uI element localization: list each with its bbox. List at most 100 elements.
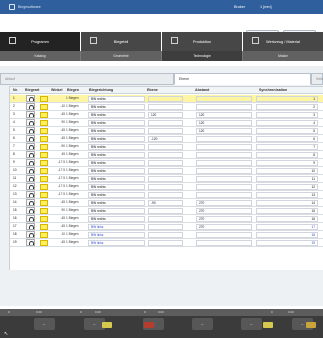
angle-field[interactable]: [40, 200, 48, 206]
angle-field[interactable]: [40, 160, 48, 166]
sync-value[interactable]: 15: [256, 208, 318, 214]
bend-shape-button[interactable]: [26, 159, 35, 166]
sync-value[interactable]: 11: [256, 176, 318, 182]
bend-shape-button[interactable]: [26, 215, 35, 222]
bend-direction[interactable]: BW rechts: [88, 104, 145, 110]
ebene-value[interactable]: [148, 144, 183, 150]
sync-value[interactable]: 17: [256, 224, 318, 230]
abstand-value[interactable]: [196, 136, 252, 142]
ebene-value[interactable]: [148, 152, 183, 158]
angle-field[interactable]: [40, 240, 48, 246]
previous-button[interactable]: ←: [192, 318, 213, 330]
abstand-value[interactable]: [196, 192, 252, 198]
abstand-value[interactable]: 120: [196, 128, 252, 134]
ebene-value[interactable]: [148, 224, 183, 230]
bend-direction[interactable]: BW rechts: [88, 96, 145, 102]
abstand-value[interactable]: [196, 104, 252, 110]
ebene-value[interactable]: [148, 96, 183, 102]
sync-value[interactable]: 8: [256, 152, 318, 158]
angle-field[interactable]: [40, 168, 48, 174]
module-production[interactable]: Produktion: [162, 32, 242, 51]
bend-direction[interactable]: BW rechts: [88, 112, 145, 118]
bend-direction[interactable]: BW rechts: [88, 136, 145, 142]
bend-shape-button[interactable]: [26, 135, 35, 142]
angle-field[interactable]: [40, 176, 48, 182]
sync-value[interactable]: 16: [256, 216, 318, 222]
bend-shape-button[interactable]: [26, 151, 35, 158]
angle-field[interactable]: [40, 104, 48, 110]
module-tool-material[interactable]: Werkzeug / Material: [243, 32, 323, 51]
angle-field[interactable]: [40, 216, 48, 222]
ebene-value[interactable]: [148, 216, 183, 222]
angle-field[interactable]: [40, 184, 48, 190]
bend-shape-button[interactable]: [26, 191, 35, 198]
bend-direction[interactable]: BW rechts: [88, 216, 145, 222]
bend-shape-button[interactable]: [26, 183, 35, 190]
bend-direction[interactable]: BW rechts: [88, 120, 145, 126]
bend-direction[interactable]: BW rechts: [88, 128, 145, 134]
sync-value[interactable]: 3: [256, 112, 318, 118]
abstand-value[interactable]: [196, 232, 252, 238]
bend-shape-button[interactable]: [26, 199, 35, 206]
ebene-value[interactable]: [148, 208, 183, 214]
bend-direction[interactable]: BW rechts: [88, 184, 145, 190]
table-row[interactable]: 7 -90 1 Biegen BW rechts 7: [10, 143, 323, 151]
bend-shape-button[interactable]: [26, 119, 35, 126]
bend-shape-button[interactable]: [26, 167, 35, 174]
table-row[interactable]: 9 -17.5 1 Biegen BW rechts 9: [10, 159, 323, 167]
angle-field[interactable]: [40, 232, 48, 238]
abstand-value[interactable]: [196, 160, 252, 166]
previous-button[interactable]: ←: [34, 318, 55, 330]
abstand-value[interactable]: 270: [196, 224, 252, 230]
bend-direction[interactable]: BW rechts: [88, 192, 145, 198]
bend-direction[interactable]: BW rechts: [88, 208, 145, 214]
subtab-mask[interactable]: Maske: [243, 51, 323, 61]
ebene-value[interactable]: [148, 184, 183, 190]
angle-field[interactable]: [40, 144, 48, 150]
ebene-value[interactable]: -120: [148, 136, 183, 142]
bend-shape-button[interactable]: [26, 223, 35, 230]
sync-value[interactable]: 5: [256, 128, 318, 134]
ebene-value[interactable]: [148, 120, 183, 126]
ebene-value[interactable]: [148, 168, 183, 174]
abstand-value[interactable]: [196, 152, 252, 158]
sync-value[interactable]: 4: [256, 120, 318, 126]
abstand-value[interactable]: [196, 168, 252, 174]
sync-value[interactable]: 19: [256, 240, 318, 246]
table-row[interactable]: 5 -45 1 Biegen BW rechts 120 5: [10, 127, 323, 135]
ebene-value[interactable]: -90: [148, 200, 183, 206]
sync-value[interactable]: 9: [256, 160, 318, 166]
ebene-value[interactable]: [148, 176, 183, 182]
angle-field[interactable]: [40, 96, 48, 102]
bend-shape-button[interactable]: [26, 175, 35, 182]
ebene-value[interactable]: [148, 240, 183, 246]
angle-field[interactable]: [40, 120, 48, 126]
sync-value[interactable]: 10: [256, 168, 318, 174]
bend-shape-button[interactable]: [26, 231, 35, 238]
bend-shape-button[interactable]: [26, 103, 35, 110]
sync-value[interactable]: 14: [256, 200, 318, 206]
subtab-catalog[interactable]: Katalog: [0, 51, 80, 61]
ebene-value[interactable]: [148, 104, 183, 110]
angle-field[interactable]: [40, 152, 48, 158]
table-row[interactable]: 3 -45 1 Biegen BW rechts 120 120 3: [10, 111, 323, 119]
previous-button[interactable]: ←: [241, 318, 262, 330]
ebene-value[interactable]: [148, 232, 183, 238]
bend-direction[interactable]: BW rechts: [88, 176, 145, 182]
abstand-value[interactable]: 120: [196, 112, 252, 118]
ebene-value[interactable]: 120: [148, 112, 183, 118]
bend-shape-button[interactable]: [26, 111, 35, 118]
bend-direction[interactable]: BW rechts: [88, 168, 145, 174]
bend-direction[interactable]: BW links: [88, 232, 145, 238]
angle-field[interactable]: [40, 208, 48, 214]
subtab-geometry[interactable]: Geometrie: [81, 51, 161, 61]
subtab-technology[interactable]: Technologie: [162, 51, 242, 61]
view-tab-ebene[interactable]: Ebene: [174, 73, 311, 85]
bend-shape-button[interactable]: [26, 95, 35, 102]
table-row[interactable]: 15 90 1 Biegen BW rechts 270 15: [10, 207, 323, 215]
table-row[interactable]: 17 -45 1 Biegen BW links 270 17: [10, 223, 323, 231]
abstand-value[interactable]: [196, 240, 252, 246]
table-row[interactable]: 11 -17.5 1 Biegen BW rechts 11: [10, 175, 323, 183]
bend-shape-button[interactable]: [26, 127, 35, 134]
sync-value[interactable]: 6: [256, 136, 318, 142]
